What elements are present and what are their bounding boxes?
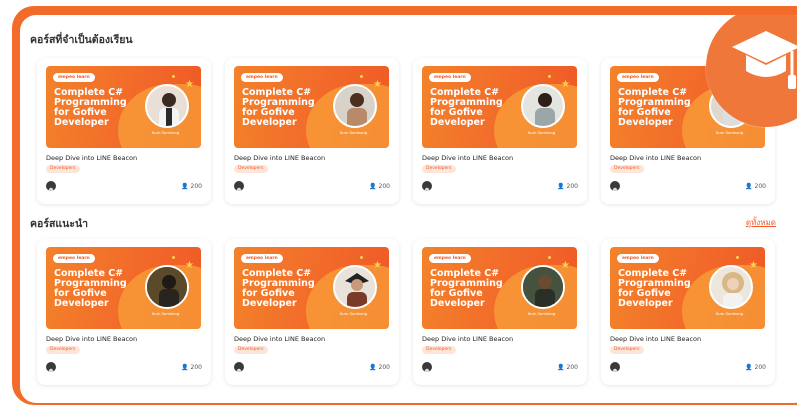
course-card[interactable]: empeo learn ★ Complete C# Programming fo… — [37, 239, 211, 385]
banner-title: Complete C# Programming for Gofive Devel… — [618, 87, 691, 128]
person-icon: 👤 — [557, 183, 565, 190]
person-icon: 👤 — [745, 364, 753, 371]
course-banner: empeo learn ★ Complete C# Programming fo… — [46, 66, 201, 148]
avatar — [610, 181, 620, 191]
learner-count: 👤 200 — [181, 364, 202, 371]
instructor-photo — [521, 265, 565, 309]
section-title-recommended: คอร์สแนะนำ — [30, 218, 89, 230]
course-title: Deep Dive into LINE Beacon — [46, 154, 138, 162]
banner-title: Complete C# Programming for Gofive Devel… — [430, 87, 503, 128]
section-title-required: คอร์สที่จำเป็นต้องเรียน — [30, 34, 133, 46]
star-icon: ★ — [561, 79, 570, 90]
learner-count: 👤 200 — [557, 183, 578, 190]
course-card[interactable]: empeo learn ★ Complete C# Programming fo… — [37, 58, 211, 204]
banner-title: Complete C# Programming for Gofive Devel… — [242, 268, 315, 309]
instructor-photo — [145, 84, 189, 128]
learner-count: 👤 200 — [369, 183, 390, 190]
course-title: Deep Dive into LINE Beacon — [422, 335, 514, 343]
instructor-name: Kum Somkang — [152, 311, 180, 316]
avatar — [422, 362, 432, 372]
course-card[interactable]: empeo learn ★ Complete C# Programming fo… — [413, 239, 587, 385]
learner-count: 👤 200 — [745, 364, 766, 371]
avatar — [610, 362, 620, 372]
instructor-name: Kum Somkang — [528, 130, 556, 135]
star-icon: ★ — [373, 260, 382, 271]
banner-title: Complete C# Programming for Gofive Devel… — [54, 268, 127, 309]
see-all-link[interactable]: ดูทั้งหมด — [746, 216, 776, 229]
instructor-photo — [145, 265, 189, 309]
learner-count: 👤 200 — [369, 364, 390, 371]
person-icon: 👤 — [369, 364, 377, 371]
learner-count: 👤 200 — [745, 183, 766, 190]
course-card[interactable]: empeo learn ★ Complete C# Programming fo… — [601, 239, 775, 385]
star-icon: ★ — [749, 260, 758, 271]
course-banner: empeo learn ★ Complete C# Programming fo… — [46, 247, 201, 329]
instructor-name: Kum Somkang — [716, 311, 744, 316]
graduation-badge — [706, 15, 797, 127]
course-title: Deep Dive into LINE Beacon — [610, 154, 702, 162]
learner-count: 👤 200 — [181, 183, 202, 190]
course-title: Deep Dive into LINE Beacon — [610, 335, 702, 343]
course-title: Deep Dive into LINE Beacon — [234, 154, 326, 162]
graduation-cap-icon — [732, 31, 797, 89]
category-tag: Developers — [234, 165, 268, 173]
instructor-photo — [521, 84, 565, 128]
course-card[interactable]: empeo learn ★ Complete C# Programming fo… — [225, 58, 399, 204]
brand-logo: empeo learn — [53, 254, 95, 263]
category-tag: Developers — [610, 165, 644, 173]
course-banner: empeo learn ★ Complete C# Programming fo… — [422, 247, 577, 329]
course-title: Deep Dive into LINE Beacon — [234, 335, 326, 343]
course-title: Deep Dive into LINE Beacon — [422, 154, 514, 162]
brand-logo: empeo learn — [429, 254, 471, 263]
person-icon: 👤 — [181, 183, 189, 190]
person-icon: 👤 — [557, 364, 565, 371]
course-banner: empeo learn ★ Complete C# Programming fo… — [234, 247, 389, 329]
brand-logo: empeo learn — [429, 73, 471, 82]
banner-title: Complete C# Programming for Gofive Devel… — [430, 268, 503, 309]
course-banner: empeo learn ★ Complete C# Programming fo… — [234, 66, 389, 148]
banner-title: Complete C# Programming for Gofive Devel… — [242, 87, 315, 128]
brand-logo: empeo learn — [241, 73, 283, 82]
course-panel: คอร์สที่จำเป็นต้องเรียน empeo learn ★ Co… — [20, 15, 797, 403]
course-card[interactable]: empeo learn ★ Complete C# Programming fo… — [225, 239, 399, 385]
instructor-photo — [333, 265, 377, 309]
banner-title: Complete C# Programming for Gofive Devel… — [54, 87, 127, 128]
star-icon: ★ — [185, 79, 194, 90]
brand-logo: empeo learn — [241, 254, 283, 263]
banner-title: Complete C# Programming for Gofive Devel… — [618, 268, 691, 309]
course-title: Deep Dive into LINE Beacon — [46, 335, 138, 343]
star-icon: ★ — [373, 79, 382, 90]
category-tag: Developers — [422, 346, 456, 354]
category-tag: Developers — [46, 346, 80, 354]
course-card[interactable]: empeo learn ★ Complete C# Programming fo… — [413, 58, 587, 204]
brand-logo: empeo learn — [53, 73, 95, 82]
instructor-photo — [709, 265, 753, 309]
category-tag: Developers — [610, 346, 644, 354]
course-banner: empeo learn ★ Complete C# Programming fo… — [422, 66, 577, 148]
avatar — [234, 362, 244, 372]
instructor-name: Kum Somkang — [340, 130, 368, 135]
course-banner: empeo learn ★ Complete C# Programming fo… — [610, 247, 765, 329]
instructor-name: Kum Somkang — [152, 130, 180, 135]
category-tag: Developers — [422, 165, 456, 173]
avatar — [46, 362, 56, 372]
person-icon: 👤 — [181, 364, 189, 371]
instructor-photo — [333, 84, 377, 128]
avatar — [46, 181, 56, 191]
instructor-name: Kum Somkang — [716, 130, 744, 135]
star-icon: ★ — [185, 260, 194, 271]
learner-count: 👤 200 — [557, 364, 578, 371]
category-tag: Developers — [234, 346, 268, 354]
category-tag: Developers — [46, 165, 80, 173]
person-icon: 👤 — [745, 183, 753, 190]
brand-logo: empeo learn — [617, 73, 659, 82]
avatar — [234, 181, 244, 191]
instructor-name: Kum Somkang — [528, 311, 556, 316]
star-icon: ★ — [561, 260, 570, 271]
person-icon: 👤 — [369, 183, 377, 190]
instructor-name: Kum Somkang — [340, 311, 368, 316]
avatar — [422, 181, 432, 191]
brand-logo: empeo learn — [617, 254, 659, 263]
